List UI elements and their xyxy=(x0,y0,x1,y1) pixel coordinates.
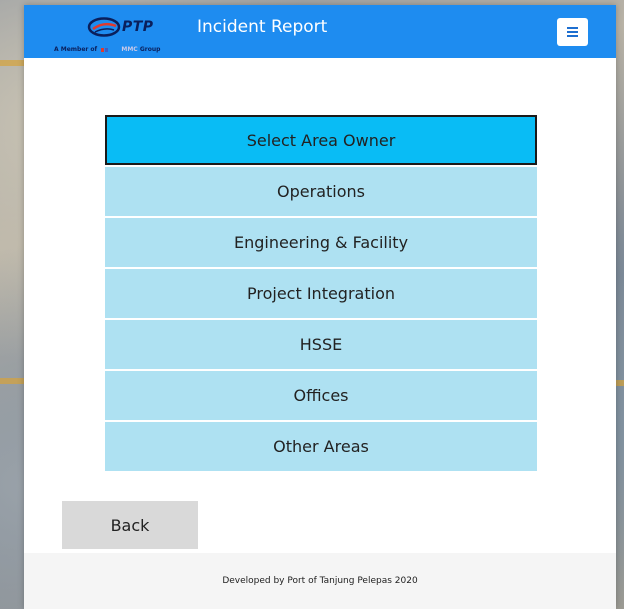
area-option-offices[interactable]: Offices xyxy=(105,371,537,420)
logo-tagline-group: MMC xyxy=(121,46,138,53)
area-owner-heading-label: Select Area Owner xyxy=(246,130,396,150)
area-option-label: HSSE xyxy=(299,335,343,354)
area-option-operations[interactable]: Operations xyxy=(105,167,537,216)
header-bar: PTP A Member of MMC Group Incident Repor… xyxy=(24,5,616,58)
logo-tagline-suffix: Group xyxy=(139,46,161,53)
background-stripe xyxy=(616,380,624,386)
area-option-project-integration[interactable]: Project Integration xyxy=(105,269,537,318)
area-option-label: Offices xyxy=(293,386,349,405)
area-option-label: Other Areas xyxy=(273,437,369,456)
area-option-label: Engineering & Facility xyxy=(233,233,409,252)
area-option-hsse[interactable]: HSSE xyxy=(105,320,537,369)
background-stripe xyxy=(0,60,24,66)
footer-text: Developed by Port of Tanjung Pelepas 202… xyxy=(222,576,418,586)
logo-text: PTP xyxy=(122,19,154,35)
area-option-engineering-facility[interactable]: Engineering & Facility xyxy=(105,218,537,267)
area-option-other-areas[interactable]: Other Areas xyxy=(105,422,537,471)
hamburger-menu-button[interactable] xyxy=(557,18,588,46)
ptp-logo: PTP A Member of MMC Group xyxy=(54,15,199,55)
logo-tagline: A Member of MMC Group xyxy=(54,46,160,53)
area-owner-heading: Select Area Owner xyxy=(105,115,537,165)
area-option-label: Operations xyxy=(277,182,365,201)
mmc-group-icon xyxy=(101,47,109,52)
page-title: Incident Report xyxy=(197,17,328,37)
app-window: PTP A Member of MMC Group Incident Repor… xyxy=(24,5,616,609)
back-button[interactable]: Back xyxy=(62,501,198,549)
footer: Developed by Port of Tanjung Pelepas 202… xyxy=(24,553,616,609)
background-stripe xyxy=(0,378,24,384)
area-option-label: Project Integration xyxy=(247,284,395,303)
area-owner-selector: Select Area Owner Operations Engineering… xyxy=(105,115,537,471)
back-button-label: Back xyxy=(110,515,150,535)
logo-tagline-prefix: A Member of xyxy=(54,46,98,53)
ptp-logo-mark-icon xyxy=(87,17,121,37)
